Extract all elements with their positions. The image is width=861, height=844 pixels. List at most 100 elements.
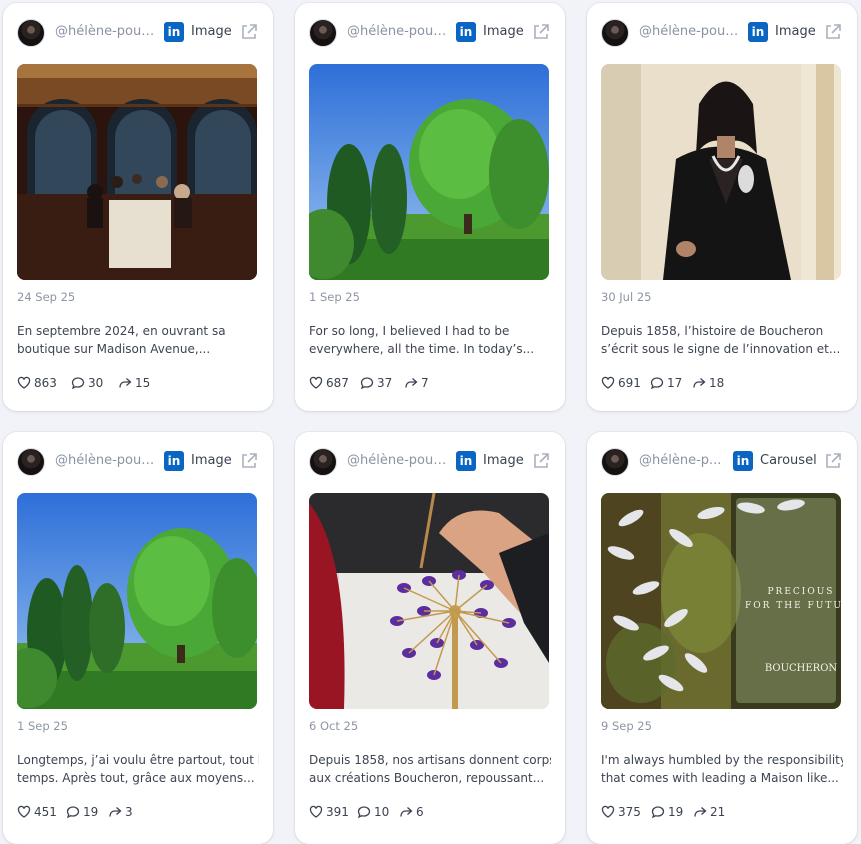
comments-count: 10 — [374, 805, 390, 819]
post-image[interactable] — [17, 64, 257, 280]
shares-stat: 7 — [404, 376, 429, 390]
shares-stat: 18 — [692, 376, 724, 390]
artisan-flower-brooch-photo — [309, 493, 549, 709]
share-icon — [694, 807, 707, 817]
excerpt-line: Longtemps, j’ai voulu être partout, tout… — [17, 753, 259, 767]
shares-count: 3 — [125, 805, 133, 819]
avatar[interactable] — [17, 448, 45, 476]
post-excerpt[interactable]: I'm always humbled by the responsibility… — [601, 752, 843, 787]
author-handle[interactable]: @hélène-poul... — [347, 24, 449, 39]
author-handle[interactable]: @hélène-poul... — [55, 24, 157, 39]
excerpt-line: temps. Après tout, grâce aux moyens... — [17, 770, 255, 785]
external-link-icon[interactable] — [531, 22, 551, 42]
linkedin-icon: in — [748, 22, 768, 42]
post-header: @hélène-poul... in Image — [17, 19, 259, 47]
avatar[interactable] — [309, 448, 337, 476]
post-header: @hélène-p... in Carousel — [601, 448, 843, 476]
heart-icon — [309, 376, 323, 389]
post-date: 30 Jul 25 — [601, 290, 652, 304]
author-handle[interactable]: @hélène-poul... — [55, 453, 157, 468]
comments-count: 19 — [83, 805, 99, 819]
post-header: @hélène-poul... in Image — [17, 448, 259, 476]
likes-stat: 691 — [601, 376, 641, 390]
excerpt-line: everywhere, all the time. In today’s... — [309, 341, 535, 356]
post-date: 1 Sep 25 — [309, 290, 360, 304]
linkedin-icon: in — [733, 451, 753, 471]
post-excerpt[interactable]: For so long, I believed I had to be ever… — [309, 323, 551, 358]
likes-count: 391 — [326, 805, 349, 819]
excerpt-line: Depuis 1858, nos artisans donnent corps — [309, 753, 551, 767]
post-type-label: Image — [775, 24, 816, 39]
external-link-icon[interactable] — [239, 22, 259, 42]
excerpt-line: I'm always humbled by the responsibility — [601, 753, 843, 767]
external-link-icon[interactable] — [531, 451, 551, 471]
share-icon — [405, 378, 418, 388]
excerpt-line: boutique sur Madison Avenue,... — [17, 341, 211, 356]
post-date: 1 Sep 25 — [17, 719, 68, 733]
excerpt-line: that comes with leading a Maison like... — [601, 770, 839, 785]
author-handle[interactable]: @hélène-p... — [639, 453, 727, 468]
heart-icon — [601, 805, 615, 818]
shares-stat: 15 — [118, 376, 150, 390]
likes-stat: 863 — [17, 376, 57, 390]
post-excerpt[interactable]: Longtemps, j’ai voulu être partout, tout… — [17, 752, 259, 787]
comments-count: 19 — [668, 805, 684, 819]
heart-icon — [17, 376, 31, 389]
post-card[interactable]: @hélène-poul... in Image 24 Sep 25 En se… — [3, 3, 273, 411]
comments-stat: 19 — [66, 805, 98, 819]
post-date: 6 Oct 25 — [309, 719, 359, 733]
heart-icon — [17, 805, 31, 818]
post-image[interactable] — [309, 64, 549, 280]
likes-count: 687 — [326, 376, 349, 390]
comments-stat: 30 — [71, 376, 103, 390]
post-image[interactable] — [17, 493, 257, 709]
post-card[interactable]: @hélène-poul... in Image 6 Oct 25 Depuis… — [295, 432, 565, 844]
likes-stat: 391 — [309, 805, 349, 819]
share-icon — [109, 807, 122, 817]
park-trees-photo — [17, 493, 257, 709]
post-excerpt[interactable]: Depuis 1858, l’histoire de Boucheron s’é… — [601, 323, 843, 358]
likes-count: 863 — [34, 376, 57, 390]
avatar[interactable] — [601, 19, 629, 47]
post-image[interactable] — [309, 493, 549, 709]
comment-icon — [66, 806, 80, 819]
shares-count: 6 — [416, 805, 424, 819]
external-link-icon[interactable] — [239, 451, 259, 471]
external-link-icon[interactable] — [823, 451, 843, 471]
external-link-icon[interactable] — [823, 22, 843, 42]
avatar[interactable] — [601, 448, 629, 476]
likes-count: 375 — [618, 805, 641, 819]
post-excerpt[interactable]: Depuis 1858, nos artisans donnent corps … — [309, 752, 551, 787]
author-handle[interactable]: @hélène-poul... — [639, 24, 741, 39]
likes-count: 451 — [34, 805, 57, 819]
overlay-text: FOR THE FUTU — [745, 601, 841, 611]
avatar[interactable] — [309, 19, 337, 47]
shares-count: 7 — [421, 376, 429, 390]
post-type-label: Image — [191, 24, 232, 39]
excerpt-line: s’écrit sous le signe de l’innovation et… — [601, 341, 841, 356]
shares-count: 18 — [709, 376, 725, 390]
post-date: 9 Sep 25 — [601, 719, 652, 733]
banquet-hall-photo — [17, 64, 257, 280]
post-card[interactable]: @hélène-poul... in Image 1 Sep 25 For so… — [295, 3, 565, 411]
shares-stat: 6 — [399, 805, 424, 819]
overlay-text: PRECIOUS — [768, 587, 835, 597]
model-jewelry-photo — [601, 64, 841, 280]
share-icon — [400, 807, 413, 817]
heart-icon — [309, 805, 323, 818]
post-image[interactable]: PRECIOUS FOR THE FUTU BOUCHERON — [601, 493, 841, 709]
likes-count: 691 — [618, 376, 641, 390]
likes-stat: 687 — [309, 376, 349, 390]
avatar[interactable] — [17, 19, 45, 47]
post-card[interactable]: @hélène-poul... in Image 30 Jul 25 Depui… — [587, 3, 857, 411]
linkedin-icon: in — [456, 451, 476, 471]
post-excerpt[interactable]: En septembre 2024, en ouvrant sa boutiqu… — [17, 323, 259, 358]
shares-stat: 21 — [693, 805, 725, 819]
post-card[interactable]: @hélène-poul... in Image 1 Sep 25 Longte… — [3, 432, 273, 844]
linkedin-icon: in — [164, 451, 184, 471]
comments-stat: 17 — [650, 376, 682, 390]
share-icon — [693, 378, 706, 388]
post-image[interactable] — [601, 64, 841, 280]
author-handle[interactable]: @hélène-poul... — [347, 453, 449, 468]
post-card[interactable]: @hélène-p... in Carousel PRECIOUS FOR TH… — [587, 432, 857, 844]
